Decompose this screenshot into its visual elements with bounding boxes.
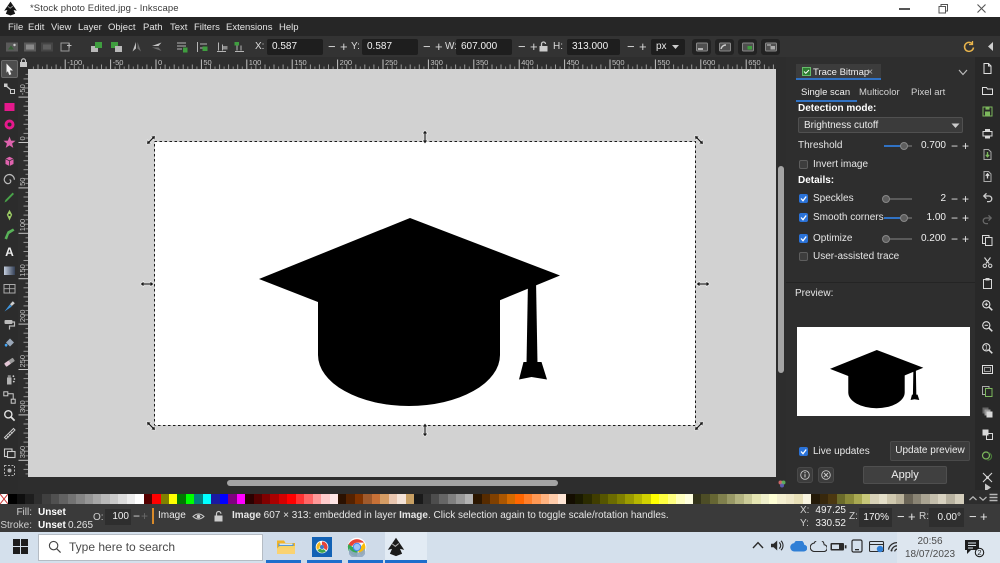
svg-text:2: 2	[977, 548, 981, 557]
